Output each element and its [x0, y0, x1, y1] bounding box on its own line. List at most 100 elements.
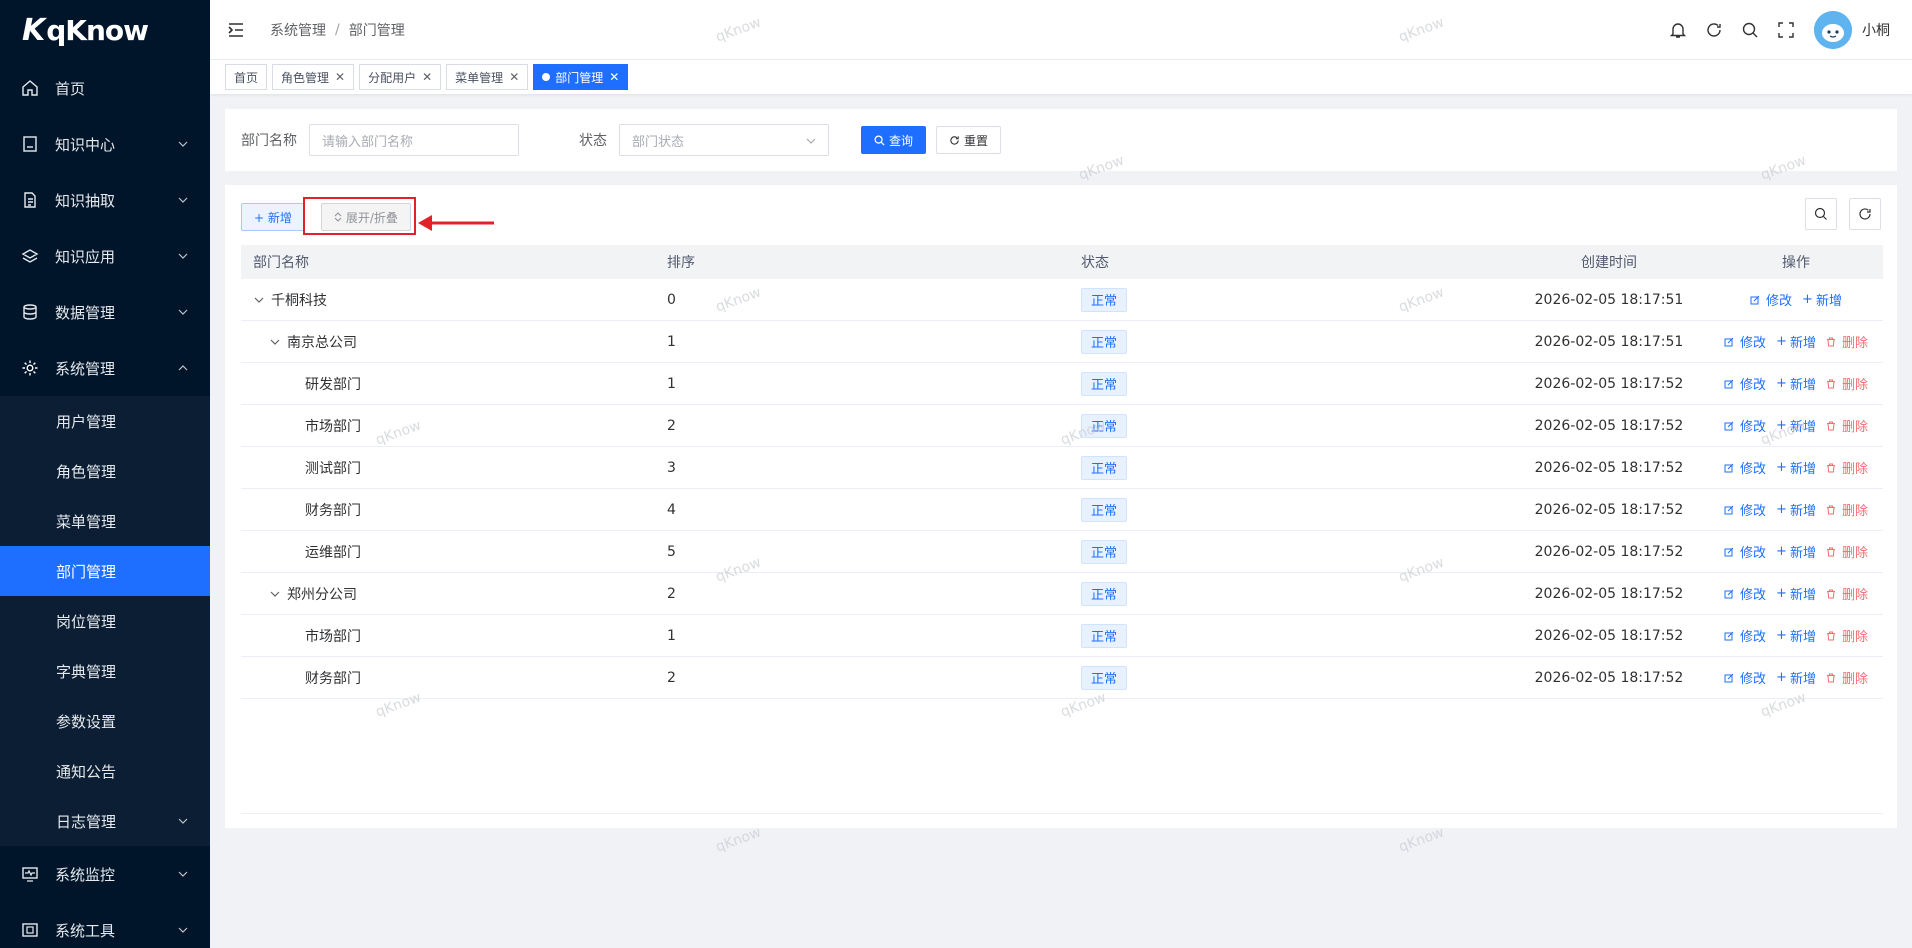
delete-button[interactable]: 删除	[1826, 542, 1868, 561]
sidebar-subitem[interactable]: 岗位管理	[0, 596, 210, 646]
sidebar-subitem[interactable]: 用户管理	[0, 396, 210, 446]
delete-label: 删除	[1841, 672, 1868, 687]
table-row: 市场部门 1 正常 2026-02-05 18:17:52 修改 + 新增 删除	[241, 615, 1883, 657]
delete-button[interactable]: 删除	[1826, 584, 1868, 603]
edit-label: 修改	[1740, 672, 1767, 687]
sidebar-item-home[interactable]: 首页	[0, 60, 210, 116]
add-child-button[interactable]: + 新增	[1776, 668, 1816, 687]
chevron-down-icon	[178, 197, 188, 203]
add-child-button[interactable]: + 新增	[1776, 542, 1816, 561]
sidebar-subitem[interactable]: 参数设置	[0, 696, 210, 746]
sidebar-item-label: 系统管理	[55, 359, 116, 378]
dept-name-cell: 南京总公司	[241, 332, 655, 352]
query-button[interactable]: 查询	[861, 126, 927, 154]
delete-button[interactable]: 删除	[1826, 500, 1868, 519]
edit-button[interactable]: 修改	[1724, 416, 1766, 435]
add-child-button[interactable]: + 新增	[1776, 458, 1816, 477]
toggle-search-button[interactable]	[1805, 198, 1837, 230]
status-cell: 正常	[1069, 371, 1509, 396]
sidebar-item-monitor[interactable]: 系统监控	[0, 846, 210, 902]
sidebar-item-gear[interactable]: 系统管理	[0, 340, 210, 396]
reset-label: 重置	[964, 133, 989, 148]
refresh-icon[interactable]	[1704, 20, 1724, 40]
dept-name-cell: 市场部门	[241, 626, 655, 646]
sidebar-item-layers[interactable]: 知识应用	[0, 228, 210, 284]
add-child-button[interactable]: + 新增	[1776, 374, 1816, 393]
tag-view-item[interactable]: 角色管理 ✕	[272, 64, 355, 90]
table-row: 财务部门 4 正常 2026-02-05 18:17:52 修改 + 新增 删除	[241, 489, 1883, 531]
sidebar-subitem[interactable]: 角色管理	[0, 446, 210, 496]
close-icon[interactable]: ✕	[509, 70, 519, 84]
order-cell: 2	[667, 669, 676, 686]
edit-button[interactable]: 修改	[1724, 374, 1766, 393]
add-label: 新增	[1789, 420, 1816, 435]
search-icon[interactable]	[1740, 20, 1760, 40]
edit-button[interactable]: 修改	[1724, 332, 1766, 351]
bell-icon[interactable]	[1668, 20, 1688, 40]
order-cell: 5	[667, 543, 676, 560]
tag-view-item[interactable]: 分配用户 ✕	[359, 64, 442, 90]
edit-button[interactable]: 修改	[1724, 668, 1766, 687]
username[interactable]: 小桐	[1862, 20, 1890, 40]
breadcrumb-item-system[interactable]: 系统管理	[270, 20, 326, 40]
close-icon[interactable]: ✕	[422, 70, 432, 84]
edit-label: 修改	[1740, 462, 1767, 477]
add-child-button[interactable]: + 新增	[1776, 332, 1816, 351]
sidebar-subitem-label: 通知公告	[56, 762, 117, 781]
sidebar-subitem[interactable]: 菜单管理	[0, 496, 210, 546]
plus-icon: +	[1776, 376, 1787, 391]
delete-label: 删除	[1841, 630, 1868, 645]
hamburger-icon[interactable]	[226, 20, 246, 40]
edit-button[interactable]: 修改	[1724, 584, 1766, 603]
edit-button[interactable]: 修改	[1724, 542, 1766, 561]
reset-button[interactable]: 重置	[936, 126, 1002, 154]
edit-button[interactable]: 修改	[1724, 626, 1766, 645]
delete-label: 删除	[1841, 336, 1868, 351]
ops-cell: 修改 + 新增 删除	[1709, 374, 1883, 393]
order-cell: 1	[667, 627, 676, 644]
edit-icon	[1724, 505, 1737, 515]
delete-button[interactable]: 删除	[1826, 332, 1868, 351]
add-child-button[interactable]: + 新增	[1776, 416, 1816, 435]
delete-button[interactable]: 删除	[1826, 458, 1868, 477]
add-child-button[interactable]: + 新增	[1802, 290, 1842, 309]
sidebar-item-database[interactable]: 数据管理	[0, 284, 210, 340]
add-child-button[interactable]: + 新增	[1776, 626, 1816, 645]
edit-button[interactable]: 修改	[1724, 500, 1766, 519]
add-dept-button[interactable]: + 新增	[241, 203, 305, 231]
delete-button[interactable]: 删除	[1826, 626, 1868, 645]
add-child-button[interactable]: + 新增	[1776, 500, 1816, 519]
status-select[interactable]: 部门状态	[619, 124, 829, 156]
sidebar-subitem[interactable]: 字典管理	[0, 646, 210, 696]
sidebar-subitem[interactable]: 通知公告	[0, 746, 210, 796]
delete-label: 删除	[1841, 378, 1868, 393]
trash-icon	[1826, 547, 1839, 557]
app-logo[interactable]: KqKnow	[0, 0, 210, 60]
tag-view-item[interactable]: 部门管理 ✕	[533, 64, 629, 90]
add-child-button[interactable]: + 新增	[1776, 584, 1816, 603]
delete-button[interactable]: 删除	[1826, 668, 1868, 687]
ops-cell: 修改 + 新增	[1709, 290, 1883, 309]
chevron-down-icon[interactable]	[269, 588, 281, 600]
sidebar-subitem[interactable]: 日志管理	[0, 796, 210, 846]
tag-view-item[interactable]: 首页	[225, 64, 268, 90]
edit-button[interactable]: 修改	[1724, 458, 1766, 477]
sidebar-item-document[interactable]: 知识抽取	[0, 172, 210, 228]
dept-name: 市场部门	[305, 628, 361, 645]
edit-button[interactable]: 修改	[1750, 290, 1792, 309]
chevron-down-icon[interactable]	[269, 336, 281, 348]
tag-view-item[interactable]: 菜单管理 ✕	[446, 64, 529, 90]
refresh-icon	[1859, 208, 1871, 220]
close-icon[interactable]: ✕	[609, 70, 619, 84]
refresh-table-button[interactable]	[1849, 198, 1881, 230]
sidebar-subitem[interactable]: 部门管理	[0, 546, 210, 596]
dept-name-input[interactable]: 请输入部门名称	[309, 124, 519, 156]
sidebar-item-book[interactable]: 知识中心	[0, 116, 210, 172]
close-icon[interactable]: ✕	[335, 70, 345, 84]
fullscreen-icon[interactable]	[1776, 20, 1796, 40]
sidebar-item-tool[interactable]: 系统工具	[0, 902, 210, 948]
avatar[interactable]	[1814, 11, 1852, 49]
chevron-down-icon[interactable]	[253, 294, 265, 306]
delete-button[interactable]: 删除	[1826, 416, 1868, 435]
delete-button[interactable]: 删除	[1826, 374, 1868, 393]
